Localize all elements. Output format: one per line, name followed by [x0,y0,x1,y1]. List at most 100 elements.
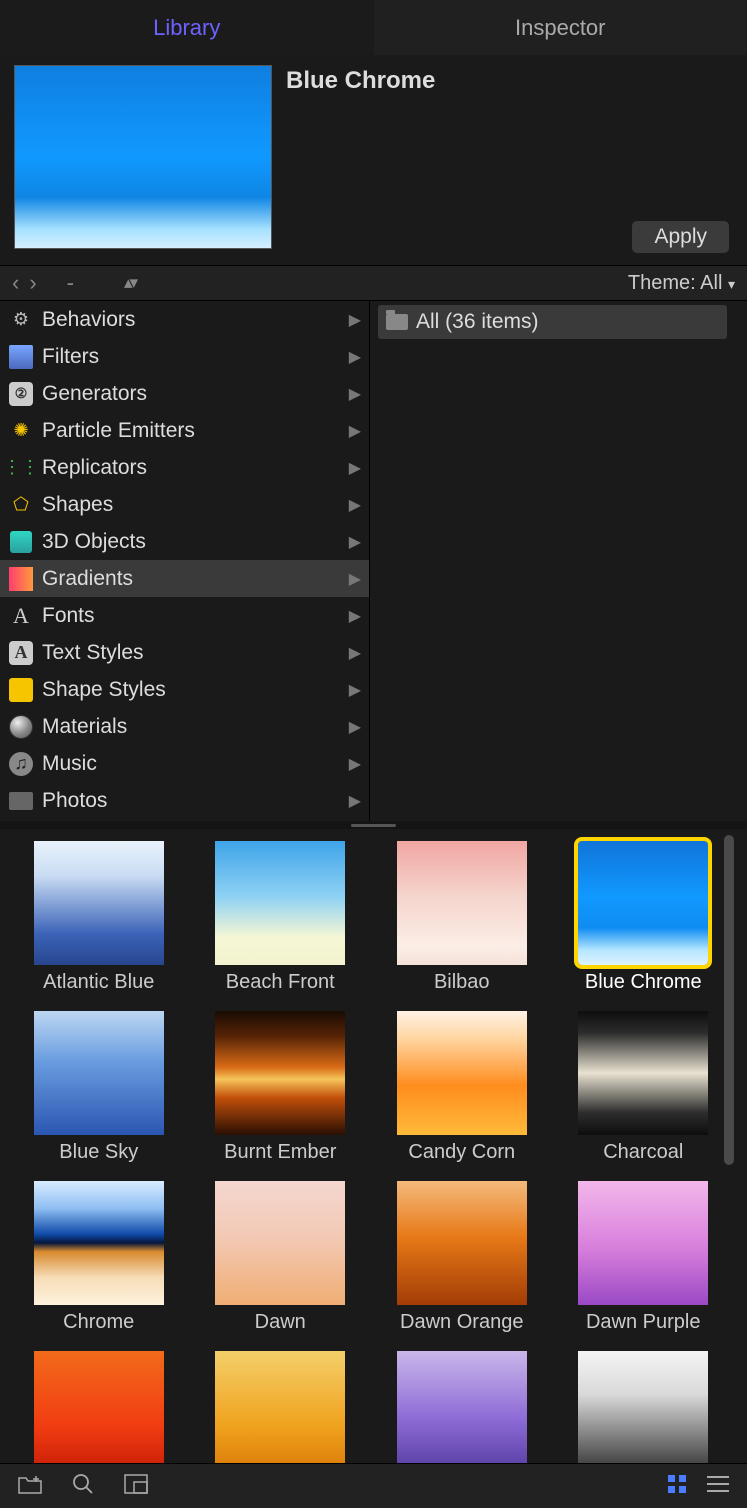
category-fonts[interactable]: AFonts▶ [0,597,369,634]
category-list: ⚙Behaviors▶Filters▶②Generators▶✺Particle… [0,301,370,821]
gradient-cell[interactable] [385,1351,539,1463]
grid-scrollbar[interactable] [720,829,738,1463]
subcategory-all[interactable]: All (36 items) [378,305,727,339]
category-replicators[interactable]: ⋮⋮Replicators▶ [0,449,369,486]
chevron-right-icon: ▶ [349,717,361,737]
gradient-label: Beach Front [226,971,335,997]
category-label: Shape Styles [42,678,166,702]
gradient-cell[interactable] [22,1351,176,1463]
category-emitters[interactable]: ✺Particle Emitters▶ [0,412,369,449]
gradient-label: Blue Sky [59,1141,138,1167]
gradient-cell[interactable]: Dawn [204,1181,358,1345]
nav-forward-icon[interactable]: › [29,270,36,296]
subcategory-panel: All (36 items) [370,301,747,821]
browser-split: ⚙Behaviors▶Filters▶②Generators▶✺Particle… [0,301,747,821]
gradient-cell[interactable] [567,1351,721,1463]
gradient-swatch [397,841,527,965]
gradient-swatch [397,1351,527,1463]
preview-thumbnail [14,65,272,249]
gradient-swatch [578,1181,708,1305]
category-label: Behaviors [42,308,135,332]
nav-back-icon[interactable]: ‹ [12,270,19,296]
gradient-label: Dawn [255,1311,306,1337]
category-label: Particle Emitters [42,419,195,443]
chevron-right-icon: ▶ [349,532,361,552]
chevron-down-icon: ▾ [728,276,735,292]
gradient-swatch [578,841,708,965]
category-music[interactable]: ♫Music▶ [0,745,369,782]
chevron-right-icon: ▶ [349,495,361,515]
category-label: Materials [42,715,127,739]
category-shapes[interactable]: ⬠Shapes▶ [0,486,369,523]
category-behaviors[interactable]: ⚙Behaviors▶ [0,301,369,338]
chevron-right-icon: ▶ [349,569,361,589]
category-label: Text Styles [42,641,144,665]
gradient-swatch [34,1181,164,1305]
gradient-swatch [34,841,164,965]
gradient-label: Dawn Orange [400,1311,523,1337]
category-label: Shapes [42,493,113,517]
gradient-swatch [215,1351,345,1463]
gradient-cell[interactable]: Charcoal [567,1011,721,1175]
gradient-swatch [215,1011,345,1135]
chevron-right-icon: ▶ [349,347,361,367]
category-generators[interactable]: ②Generators▶ [0,375,369,412]
chevron-right-icon: ▶ [349,754,361,774]
frame-icon[interactable] [124,1474,148,1499]
gradient-label: Dawn Purple [586,1311,701,1337]
category-materials[interactable]: Materials ▶ [0,708,369,745]
gradient-swatch [578,1011,708,1135]
path-navbar: ‹ › - ▴▾ Theme: All ▾ [0,265,747,301]
category-textstyles[interactable]: AText Styles▶ [0,634,369,671]
gradient-cell[interactable]: Dawn Purple [567,1181,721,1345]
gradient-cell[interactable]: Chrome [22,1181,176,1345]
gradient-label: Chrome [63,1311,134,1337]
gradient-cell[interactable]: Beach Front [204,841,358,1005]
gradient-grid-wrap: Atlantic Blue Beach Front Bilbao Blue Chrom… [0,829,747,1463]
gradient-cell[interactable]: Bilbao [385,841,539,1005]
category-label: Fonts [42,604,95,628]
gradient-cell[interactable]: Candy Corn [385,1011,539,1175]
category-photos[interactable]: Photos▶ [0,782,369,819]
splitter-handle[interactable] [0,821,747,829]
gradient-label: Candy Corn [408,1141,515,1167]
grid-scroll-thumb[interactable] [724,835,734,1165]
gradient-swatch [215,841,345,965]
category-3dobjects[interactable]: 3D Objects▶ [0,523,369,560]
theme-dropdown[interactable]: Theme: All ▾ [628,272,735,295]
gradient-cell[interactable]: Blue Sky [22,1011,176,1175]
gradient-swatch [215,1181,345,1305]
gradient-label: Bilbao [434,971,490,997]
grid-view-icon[interactable] [667,1474,687,1499]
category-shapestyles[interactable]: Shape Styles▶ [0,671,369,708]
gradient-cell[interactable]: Dawn Orange [385,1181,539,1345]
gradient-swatch [397,1181,527,1305]
tab-library[interactable]: Library [0,0,374,55]
category-filters[interactable]: Filters▶ [0,338,369,375]
new-folder-icon[interactable] [18,1474,42,1499]
gradient-label: Atlantic Blue [43,971,154,997]
gradient-cell[interactable]: Burnt Ember [204,1011,358,1175]
gradient-cell[interactable]: Atlantic Blue [22,841,176,1005]
nav-updown-icon[interactable]: ▴▾ [124,273,135,293]
chevron-right-icon: ▶ [349,384,361,404]
tab-inspector[interactable]: Inspector [374,0,747,55]
category-label: Gradients [42,567,133,591]
gradient-swatch [34,1351,164,1463]
gradient-grid: Atlantic Blue Beach Front Bilbao Blue Chrom… [0,829,720,1463]
list-view-icon[interactable] [707,1475,729,1498]
search-icon[interactable] [72,1473,94,1500]
gradient-cell[interactable]: Blue Chrome [567,841,721,1005]
chevron-right-icon: ▶ [349,643,361,663]
category-gradients[interactable]: Gradients ▶ [0,560,369,597]
gradient-label: Charcoal [603,1141,683,1167]
preview-title: Blue Chrome [286,67,435,259]
category-label: Generators [42,382,147,406]
chevron-right-icon: ▶ [349,458,361,478]
footer-toolbar [0,1463,747,1508]
gradient-swatch [34,1011,164,1135]
top-tabs: Library Inspector [0,0,747,55]
apply-button[interactable]: Apply [632,221,729,253]
gradient-cell[interactable] [204,1351,358,1463]
gradient-label: Blue Chrome [585,971,702,997]
